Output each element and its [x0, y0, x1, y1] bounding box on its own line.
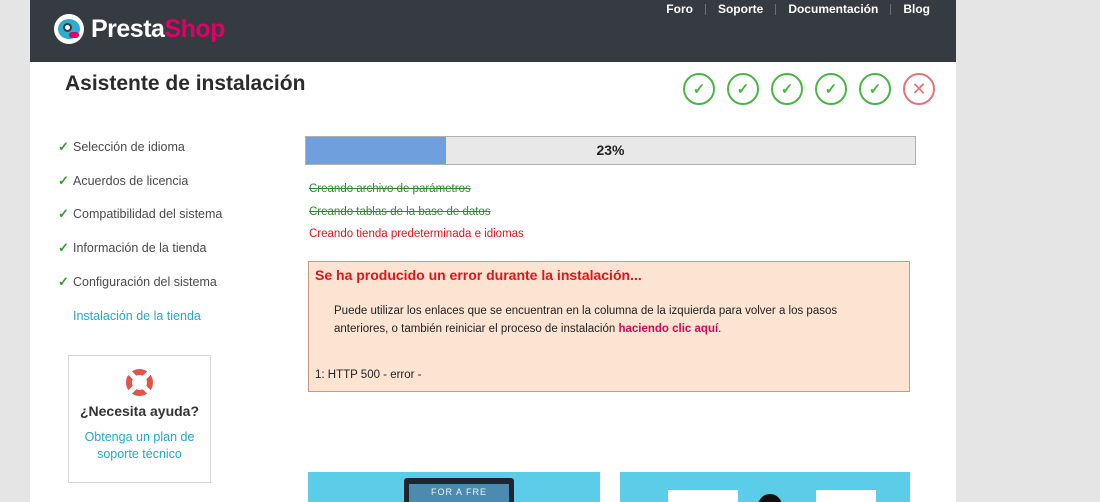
check-icon: ✓ [58, 206, 69, 222]
check-icon: ✓ [815, 73, 847, 105]
error-message: Puede utilizar los enlaces que se encuen… [334, 305, 838, 335]
sidebar-item-label: Instalación de la tienda [73, 308, 201, 323]
promo-banner-right[interactable] [620, 472, 910, 502]
header-bar: PrestaShop Foro Soporte Documentación Bl… [30, 0, 956, 62]
check-icon: ✓ [58, 240, 69, 256]
sidebar-item-informacion[interactable]: ✓ Información de la tienda [58, 231, 258, 265]
log-item-done: Creando tablas de la base de datos [309, 205, 491, 218]
progress-bar: 23% [305, 136, 916, 165]
close-icon: ✕ [903, 73, 935, 105]
prestashop-logo[interactable]: PrestaShop [54, 12, 225, 46]
error-code: 1: HTTP 500 - error - [315, 369, 422, 381]
check-icon: ✓ [859, 73, 891, 105]
check-icon: ✓ [727, 73, 759, 105]
step-indicators: ✓ ✓ ✓ ✓ ✓ ✕ [683, 73, 935, 105]
log-item-failed: Creando tienda predeterminada e idiomas [309, 228, 524, 240]
puffin-logo-icon [54, 14, 84, 44]
sidebar-item-label: Información de la tienda [73, 241, 207, 256]
top-nav: Foro Soporte Documentación Blog [666, 2, 930, 16]
nav-link-soporte[interactable]: Soporte [718, 2, 763, 16]
sidebar-item-idioma[interactable]: ✓ Selección de idioma [58, 130, 258, 164]
sidebar-item-label: Compatibilidad del sistema [73, 207, 223, 222]
restart-install-link[interactable]: haciendo clic aquí [618, 323, 718, 335]
help-box: ¿Necesita ayuda? Obtenga un plan de sopo… [68, 355, 211, 483]
check-icon: ✓ [58, 274, 69, 290]
installer-page: PrestaShop Foro Soporte Documentación Bl… [30, 0, 956, 502]
log-item-done: Creando archivo de parámetros [309, 183, 471, 195]
sidebar-item-instalacion[interactable]: Instalación de la tienda [58, 299, 258, 333]
sidebar-item-configuracion[interactable]: ✓ Configuración del sistema [58, 265, 258, 299]
sidebar-item-compatibilidad[interactable]: ✓ Compatibilidad del sistema [58, 198, 258, 232]
promo-card-image [668, 490, 738, 502]
nav-link-foro[interactable]: Foro [666, 2, 693, 16]
page-title: Asistente de instalación [65, 72, 306, 95]
promo-round-image [758, 494, 782, 502]
install-log: Creando archivo de parámetros Creando ta… [309, 178, 524, 246]
check-icon: ✓ [58, 138, 69, 154]
sidebar-steps: ✓ Selección de idioma ✓ Acuerdos de lice… [58, 130, 258, 333]
tablet-image: FOR A FRE [404, 478, 514, 502]
nav-divider [890, 3, 892, 15]
sidebar-item-label: Acuerdos de licencia [73, 173, 189, 188]
error-alert: Se ha producido un error durante la inst… [308, 261, 910, 392]
sidebar-item-licencia[interactable]: ✓ Acuerdos de licencia [58, 164, 258, 198]
nav-link-blog[interactable]: Blog [903, 2, 930, 16]
lifebuoy-icon [126, 369, 153, 396]
check-icon: ✓ [683, 73, 715, 105]
nav-divider [775, 3, 777, 15]
progress-label: 23% [596, 142, 625, 158]
promo-card-image [816, 490, 876, 502]
logo-text: PrestaShop [91, 14, 225, 43]
sidebar-item-label: Configuración del sistema [73, 275, 217, 290]
check-icon: ✓ [771, 73, 803, 105]
nav-link-documentacion[interactable]: Documentación [788, 2, 878, 16]
promo-banner-left[interactable]: FOR A FRE [308, 472, 600, 502]
error-title: Se ha producido un error durante la inst… [315, 267, 642, 283]
promo-screen-text: FOR A FRE [409, 484, 509, 502]
help-title: ¿Necesita ayuda? [79, 403, 200, 419]
nav-divider [704, 3, 706, 15]
check-icon: ✓ [58, 172, 69, 188]
sidebar-item-label: Selección de idioma [73, 139, 185, 154]
support-plan-link[interactable]: Obtenga un plan de soporte técnico [69, 429, 210, 463]
